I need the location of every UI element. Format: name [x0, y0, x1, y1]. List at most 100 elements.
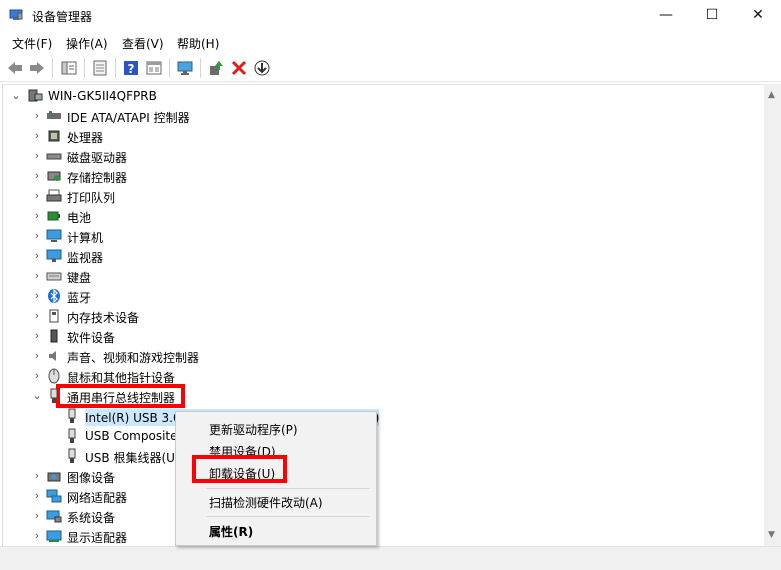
show-hide-tree-icon[interactable] — [60, 59, 78, 77]
chevron-right-icon[interactable]: › — [32, 189, 42, 203]
view-icon[interactable] — [145, 59, 163, 77]
chevron-right-icon[interactable]: › — [32, 529, 42, 543]
tree-category-row[interactable]: › 打印队列 — [3, 186, 743, 206]
tree-category-row[interactable]: › IDE ATA/ATAPI 控制器 — [3, 106, 743, 126]
tree-category-label: 监视器 — [67, 251, 104, 265]
chevron-down-icon[interactable]: ⌄ — [32, 389, 42, 403]
tree-category-row[interactable]: › 电池 — [3, 206, 743, 226]
menu-help[interactable]: 帮助(H) — [177, 35, 219, 52]
tree-category-label: 磁盘驱动器 — [67, 151, 128, 165]
chevron-right-icon[interactable]: › — [32, 249, 42, 263]
usb-icon — [68, 448, 76, 463]
chevron-right-icon[interactable]: › — [32, 469, 42, 483]
scroll-down-icon[interactable]: ▼ — [768, 530, 775, 540]
monitor-icon[interactable] — [176, 59, 194, 77]
tree-category-label: 计算机 — [67, 231, 104, 245]
minimize-button[interactable]: — — [643, 0, 689, 31]
tree-category-label: 通用串行总线控制器 — [67, 391, 176, 405]
tree-category-label: 处理器 — [67, 131, 104, 145]
properties-menu-item[interactable]: 属性(R) — [209, 523, 253, 540]
maximize-button[interactable]: ☐ — [689, 0, 735, 31]
vertical-scrollbar[interactable]: ▲ ▼ — [764, 84, 781, 546]
tree-category-label: 键盘 — [67, 271, 92, 285]
scroll-up-icon[interactable]: ▲ — [768, 90, 775, 100]
menu-separator — [206, 488, 370, 489]
chevron-right-icon[interactable]: › — [32, 509, 42, 523]
display-adapter-icon — [46, 530, 62, 542]
processor-icon — [48, 130, 60, 142]
tree-category-row[interactable]: › 磁盘驱动器 — [3, 146, 743, 166]
tree-category-row[interactable]: › 声音、视频和游戏控制器 — [3, 346, 743, 366]
chevron-right-icon[interactable]: › — [32, 129, 42, 143]
chevron-right-icon[interactable]: › — [32, 289, 42, 303]
chevron-right-icon[interactable]: › — [32, 109, 42, 123]
chevron-right-icon[interactable]: › — [32, 349, 42, 363]
tree-category-row[interactable]: › 软件设备 — [3, 326, 743, 346]
keyboard-icon — [46, 272, 62, 281]
help-icon[interactable]: ? — [122, 59, 140, 77]
tree-category-row[interactable]: › 存储控制器 — [3, 166, 743, 186]
camera-icon — [47, 472, 61, 482]
tree-category-row[interactable]: › 内存技术设备 — [3, 306, 743, 326]
chevron-right-icon[interactable]: › — [32, 269, 42, 283]
chevron-right-icon[interactable]: › — [32, 329, 42, 343]
tree-category-label: 内存技术设备 — [67, 311, 140, 325]
chevron-right-icon[interactable]: › — [32, 229, 42, 243]
update-driver-menu-item[interactable]: 更新驱动程序(P) — [209, 421, 298, 438]
uninstall-highlight — [192, 455, 287, 483]
chevron-right-icon[interactable]: › — [32, 149, 42, 163]
computer-icon — [28, 89, 43, 102]
software-device-icon — [50, 329, 58, 343]
monitor-icon — [46, 249, 62, 262]
usb-icon — [68, 428, 76, 443]
tree-category-label: 软件设备 — [67, 331, 116, 345]
tree-category-label: 系统设备 — [67, 511, 116, 525]
battery-icon — [47, 211, 60, 221]
menu-view[interactable]: 查看(V) — [122, 35, 164, 52]
tree-category-label: 鼠标和其他指针设备 — [67, 371, 176, 385]
chevron-right-icon[interactable]: › — [32, 169, 42, 183]
device-manager-app-icon — [9, 9, 23, 20]
tree-category-row[interactable]: › 计算机 — [3, 226, 743, 246]
ide-controller-icon — [47, 111, 61, 119]
tree-category-row[interactable]: › 处理器 — [3, 126, 743, 146]
chevron-right-icon[interactable]: › — [32, 489, 42, 503]
chevron-right-icon[interactable]: › — [32, 369, 42, 383]
mouse-icon — [48, 368, 60, 384]
tree-category-label: 打印队列 — [67, 191, 116, 205]
uninstall-icon[interactable] — [230, 59, 248, 77]
tree-category-row[interactable]: › 鼠标和其他指针设备 — [3, 366, 743, 386]
toolbar-separator — [52, 58, 53, 78]
chevron-right-icon[interactable]: › — [32, 309, 42, 323]
sound-icon — [49, 351, 56, 361]
chevron-right-icon[interactable]: › — [32, 209, 42, 223]
printer-icon — [46, 189, 62, 202]
disk-drive-icon — [46, 153, 62, 160]
forward-icon[interactable] — [28, 59, 46, 77]
device-tree[interactable]: ⌄ WIN-GK5II4QFPRB › IDE ATA/ATAPI 控制器 › 处理器… — [2, 84, 765, 547]
scan-hardware-menu-item[interactable]: 扫描检测硬件改动(A) — [209, 494, 323, 511]
system-device-icon — [46, 510, 62, 523]
close-button[interactable]: ✕ — [735, 0, 781, 31]
tree-category-row[interactable]: › 蓝牙 — [3, 286, 743, 306]
usb-icon — [50, 388, 58, 403]
tree-category-label: 显示适配器 — [67, 531, 128, 545]
back-icon[interactable] — [6, 59, 24, 77]
horizontal-scrollbar[interactable] — [0, 546, 781, 570]
tree-category-label: 蓝牙 — [67, 291, 92, 305]
menu-bar — [0, 31, 781, 55]
memory-device-icon — [49, 309, 59, 323]
chevron-down-icon[interactable]: ⌄ — [11, 89, 21, 103]
tree-root-row[interactable]: ⌄ WIN-GK5II4QFPRB — [3, 86, 743, 106]
tree-row-usb-controllers[interactable]: ⌄ 通用串行总线控制器 — [3, 386, 743, 406]
properties-icon[interactable] — [91, 59, 109, 77]
toolbar-separator — [200, 58, 201, 78]
tree-category-row[interactable]: › 键盘 — [3, 266, 743, 286]
download-icon[interactable] — [253, 59, 271, 77]
menu-file[interactable]: 文件(F) — [12, 35, 52, 52]
tree-category-row[interactable]: › 监视器 — [3, 246, 743, 266]
tree-category-label: IDE ATA/ATAPI 控制器 — [67, 111, 190, 125]
update-driver-icon[interactable] — [207, 59, 225, 77]
menu-action[interactable]: 操作(A) — [66, 35, 108, 52]
tree-category-label: 图像设备 — [67, 471, 116, 485]
